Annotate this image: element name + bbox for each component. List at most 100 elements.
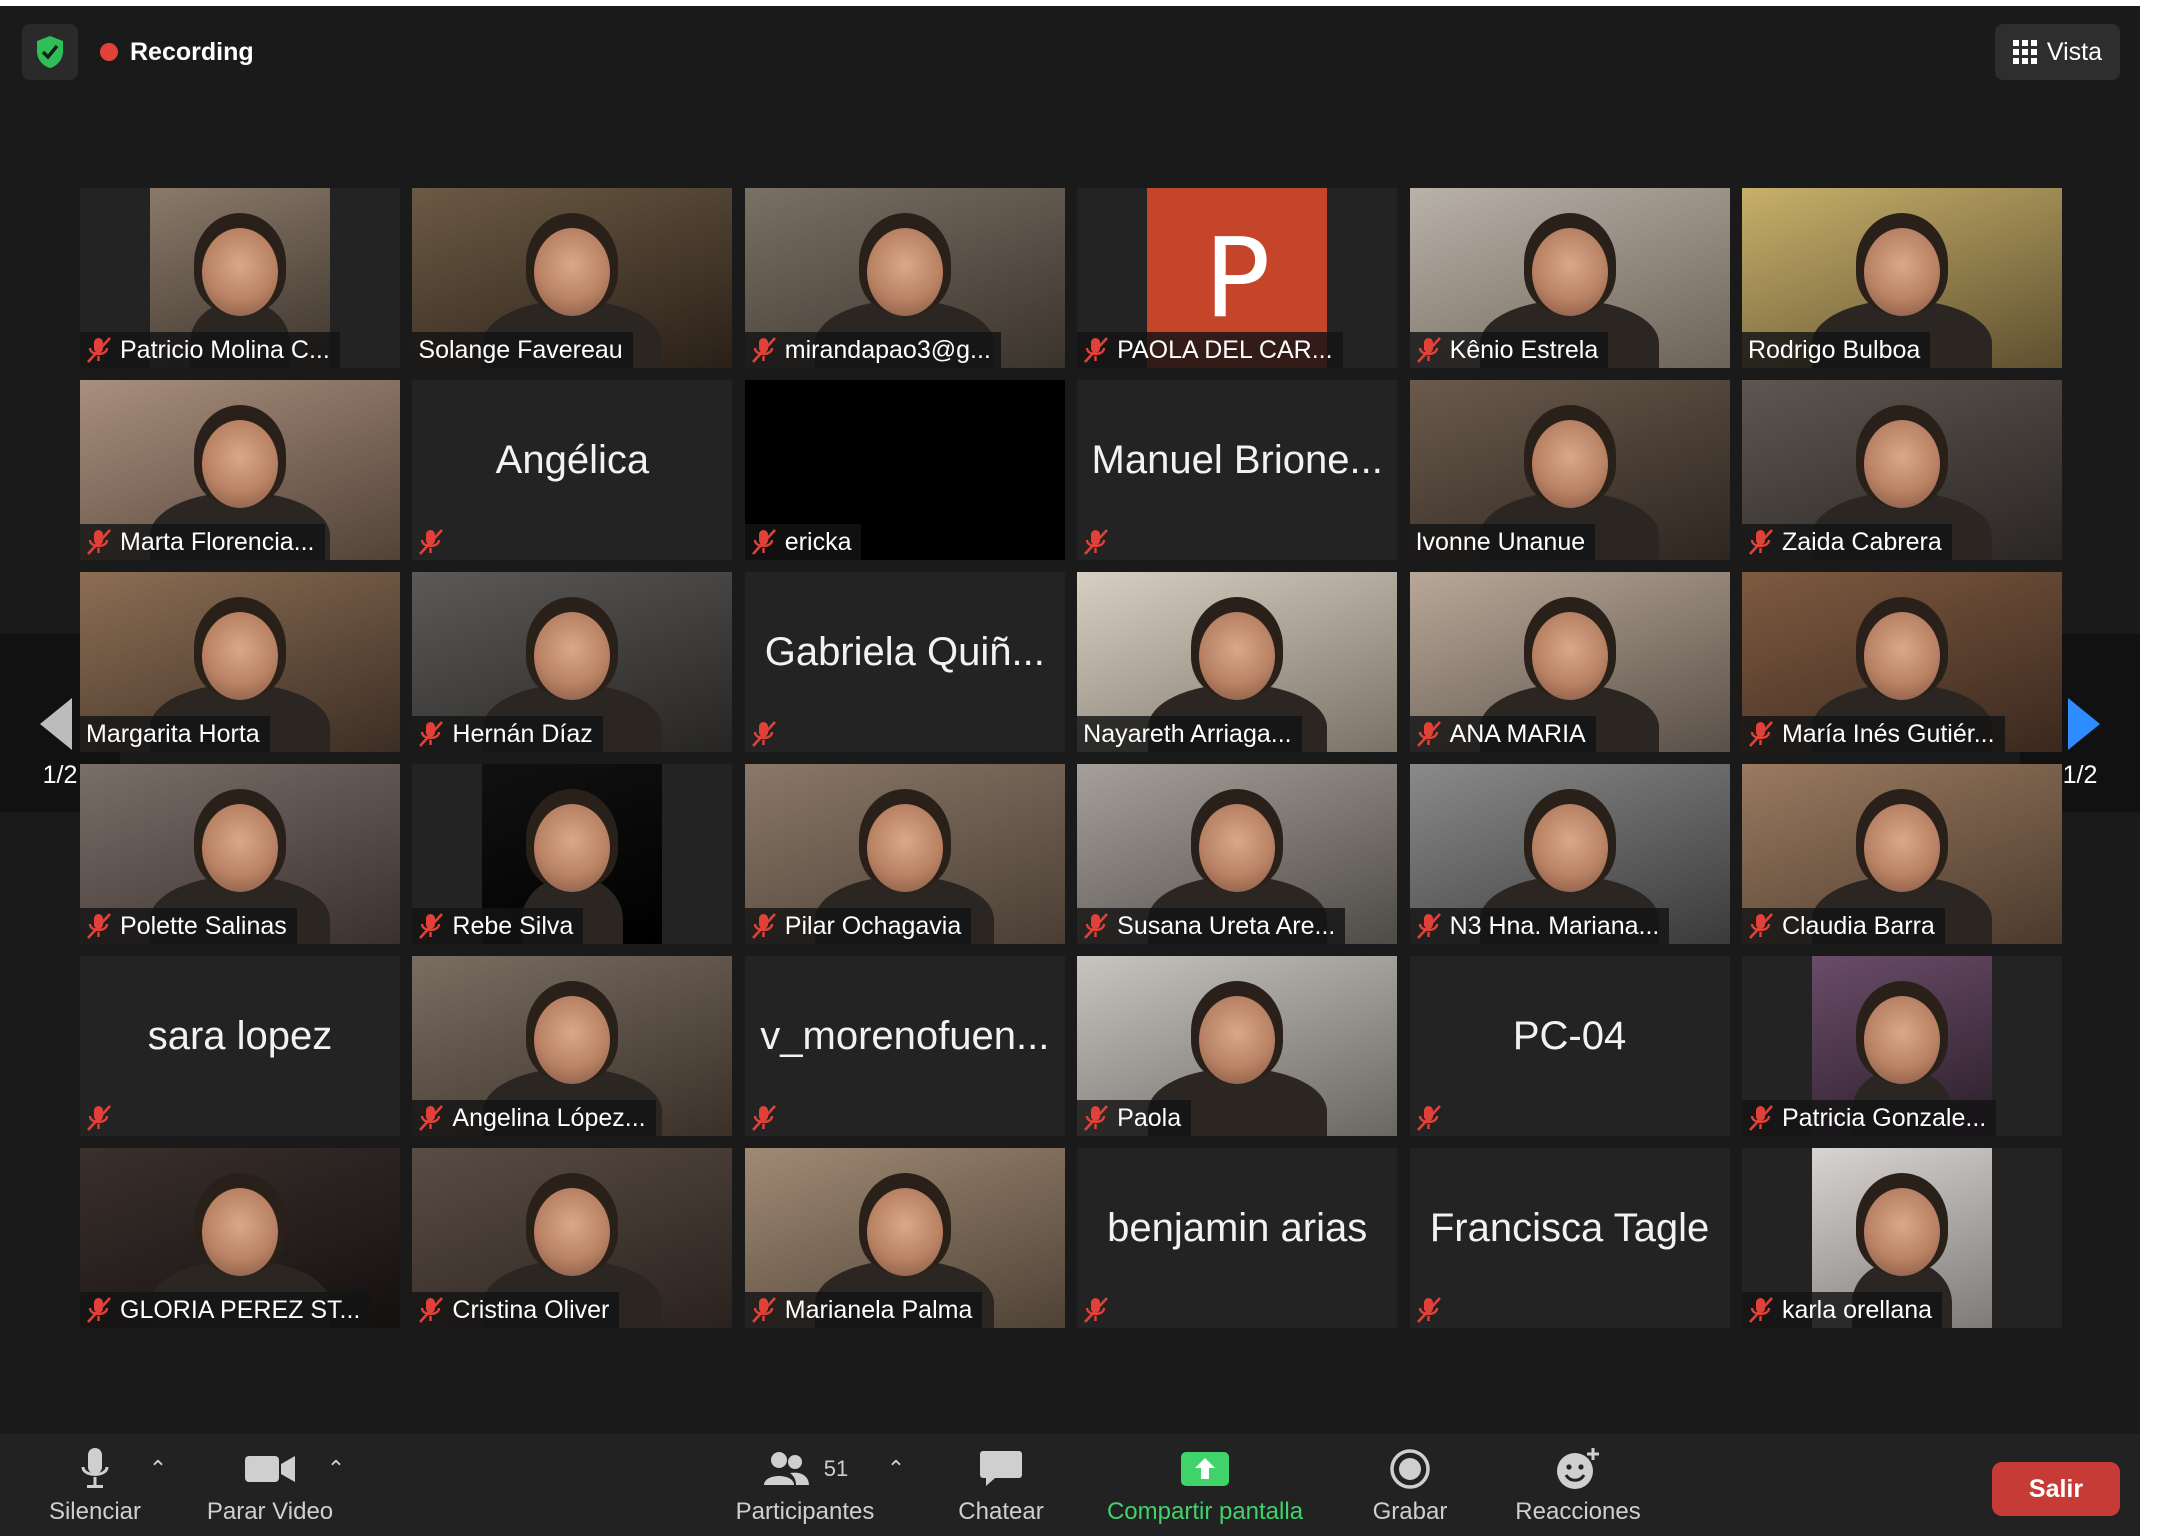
participant-tile[interactable]: Francisca Tagle	[1409, 1148, 1730, 1328]
participant-name-label: Pilar Ochagavia	[744, 908, 972, 944]
participant-tile[interactable]: Marta Florencia...	[80, 380, 400, 560]
participant-tile[interactable]: sara lopez	[80, 956, 400, 1136]
participant-tile[interactable]: Angélica	[412, 380, 733, 560]
participant-tile[interactable]: P PAOLA DEL CAR...	[1077, 188, 1398, 368]
participant-tile[interactable]: Margarita Horta	[80, 572, 400, 752]
caret-up-icon: ⌃	[148, 1456, 168, 1481]
leave-meeting-button[interactable]: Salir	[1992, 1462, 2120, 1516]
participant-tile[interactable]: Pilar Ochagavia	[744, 764, 1065, 944]
audio-options-caret[interactable]: ⌃	[144, 1446, 172, 1492]
muted-microphone-icon	[1748, 913, 1773, 939]
participant-tile[interactable]: Solange Favereau	[412, 188, 733, 368]
muted-microphone-icon	[751, 913, 776, 939]
participant-name: Cristina Oliver	[452, 1295, 610, 1324]
participant-tile[interactable]: Patricio Molina C...	[80, 188, 400, 368]
muted-microphone-icon	[419, 721, 444, 747]
video-options-caret[interactable]: ⌃	[322, 1446, 350, 1492]
participant-face	[1863, 995, 1940, 1084]
muted-microphone-icon	[1416, 337, 1441, 363]
participant-display-name: v_morenofuen...	[760, 1014, 1050, 1058]
participant-tile[interactable]: benjamin arias	[1077, 1148, 1398, 1328]
participant-name: GLORIA PEREZ ST...	[120, 1295, 361, 1324]
recording-indicator[interactable]: Recording	[100, 38, 254, 67]
share-screen-button[interactable]: Compartir pantalla	[1092, 1446, 1318, 1526]
top-status: Recording	[22, 24, 254, 80]
participant-name: Rebe Silva	[452, 911, 574, 940]
participant-face	[202, 1187, 278, 1276]
participant-tile[interactable]: Zaida Cabrera	[1741, 380, 2062, 560]
muted-microphone-icon	[751, 529, 776, 555]
participant-tile[interactable]: Nayareth Arriaga...	[1077, 572, 1398, 752]
participant-tile[interactable]: Hernán Díaz	[412, 572, 733, 752]
microphone-icon	[81, 1448, 109, 1488]
participant-tile[interactable]: Rebe Silva	[412, 764, 733, 944]
participant-tile[interactable]: karla orellana	[1741, 1148, 2062, 1328]
participant-face	[1531, 419, 1608, 508]
participant-tile[interactable]: Claudia Barra	[1741, 764, 2062, 944]
participant-tile[interactable]: Rodrigo Bulboa	[1741, 188, 2062, 368]
participant-tile[interactable]: v_morenofuen...	[744, 956, 1065, 1136]
participant-tile[interactable]: N3 Hna. Mariana...	[1409, 764, 1730, 944]
participants-count: 51	[823, 1456, 849, 1481]
muted-microphone-icon	[419, 1297, 444, 1323]
participant-tile[interactable]: GLORIA PEREZ ST...	[80, 1148, 400, 1328]
zoom-meeting-window: Recording Vista 1/2 1/2 Patricio Molina …	[0, 6, 2140, 1536]
muted-microphone-icon	[1748, 721, 1773, 747]
participant-tile[interactable]: Cristina Oliver	[412, 1148, 733, 1328]
participant-tile[interactable]: mirandapao3@g...	[744, 188, 1065, 368]
participant-name: PAOLA DEL CAR...	[1117, 335, 1333, 364]
view-button[interactable]: Vista	[1994, 24, 2120, 80]
participant-name-label: PAOLA DEL CAR...	[1077, 332, 1343, 368]
stop-video-button[interactable]: Parar Video	[200, 1446, 340, 1526]
record-label: Grabar	[1372, 1498, 1448, 1525]
participant-tile[interactable]: Manuel Brione...	[1077, 380, 1398, 560]
participant-tile[interactable]: Ivonne Unanue	[1409, 380, 1730, 560]
participant-face	[866, 803, 943, 892]
participant-name: Paola	[1117, 1103, 1182, 1132]
participants-icon	[763, 1452, 809, 1485]
chat-label: Chatear	[958, 1498, 1044, 1525]
participant-name: Patricio Molina C...	[120, 335, 330, 364]
participant-tile[interactable]: ericka	[744, 380, 1065, 560]
participant-face	[1199, 611, 1276, 700]
participant-name-label	[412, 524, 454, 560]
participant-tile[interactable]: Kênio Estrela	[1409, 188, 1730, 368]
participant-tile[interactable]: Angelina López...	[412, 956, 733, 1136]
muted-microphone-icon	[1084, 1105, 1109, 1131]
participant-tile[interactable]: Paola	[1077, 956, 1398, 1136]
chat-button[interactable]: Chatear	[946, 1446, 1056, 1526]
participant-name: karla orellana	[1781, 1295, 1933, 1324]
recording-label: Recording	[130, 37, 254, 66]
participant-tile[interactable]: María Inés Gutiér...	[1741, 572, 2062, 752]
gallery-grid: Patricio Molina C... Solange Favereau mira…	[80, 188, 2062, 1328]
stop-video-label: Parar Video	[206, 1498, 334, 1525]
participant-tile[interactable]: Marianela Palma	[744, 1148, 1065, 1328]
mute-button[interactable]: Silenciar	[40, 1446, 150, 1526]
participant-tile[interactable]: Susana Ureta Are...	[1077, 764, 1398, 944]
reactions-label: Reacciones	[1515, 1498, 1641, 1525]
participant-name-label: Cristina Oliver	[412, 1292, 620, 1328]
participant-face	[1863, 611, 1940, 700]
participants-options-caret[interactable]: ⌃	[882, 1446, 910, 1492]
participant-name-label: Marta Florencia...	[80, 524, 325, 560]
participant-tile[interactable]: ANA MARIA	[1409, 572, 1730, 752]
participant-tile[interactable]: PC-04	[1409, 956, 1730, 1136]
participant-name-label: ericka	[744, 524, 862, 560]
participants-button[interactable]: 51 Participantes	[720, 1446, 890, 1526]
participant-name-label	[1077, 1292, 1119, 1328]
participant-name-label: Kênio Estrela	[1409, 332, 1609, 368]
participant-tile[interactable]: Polette Salinas	[80, 764, 400, 944]
caret-up-icon: ⌃	[886, 1456, 906, 1481]
share-screen-icon	[1181, 1452, 1229, 1486]
participant-tile[interactable]: Patricia Gonzale...	[1741, 956, 2062, 1136]
participant-face	[866, 1187, 943, 1276]
encryption-shield-icon[interactable]	[22, 24, 78, 80]
participant-name: Marta Florencia...	[120, 527, 315, 556]
participant-face	[866, 227, 943, 316]
record-button[interactable]: Grabar	[1360, 1446, 1460, 1526]
reactions-button[interactable]: Reacciones	[1508, 1446, 1648, 1526]
participant-name: Patricia Gonzale...	[1781, 1103, 1987, 1132]
participant-name-label	[1410, 1292, 1452, 1328]
participant-tile[interactable]: Gabriela Quiñ...	[744, 572, 1065, 752]
participant-name-label: María Inés Gutiér...	[1741, 716, 2005, 752]
